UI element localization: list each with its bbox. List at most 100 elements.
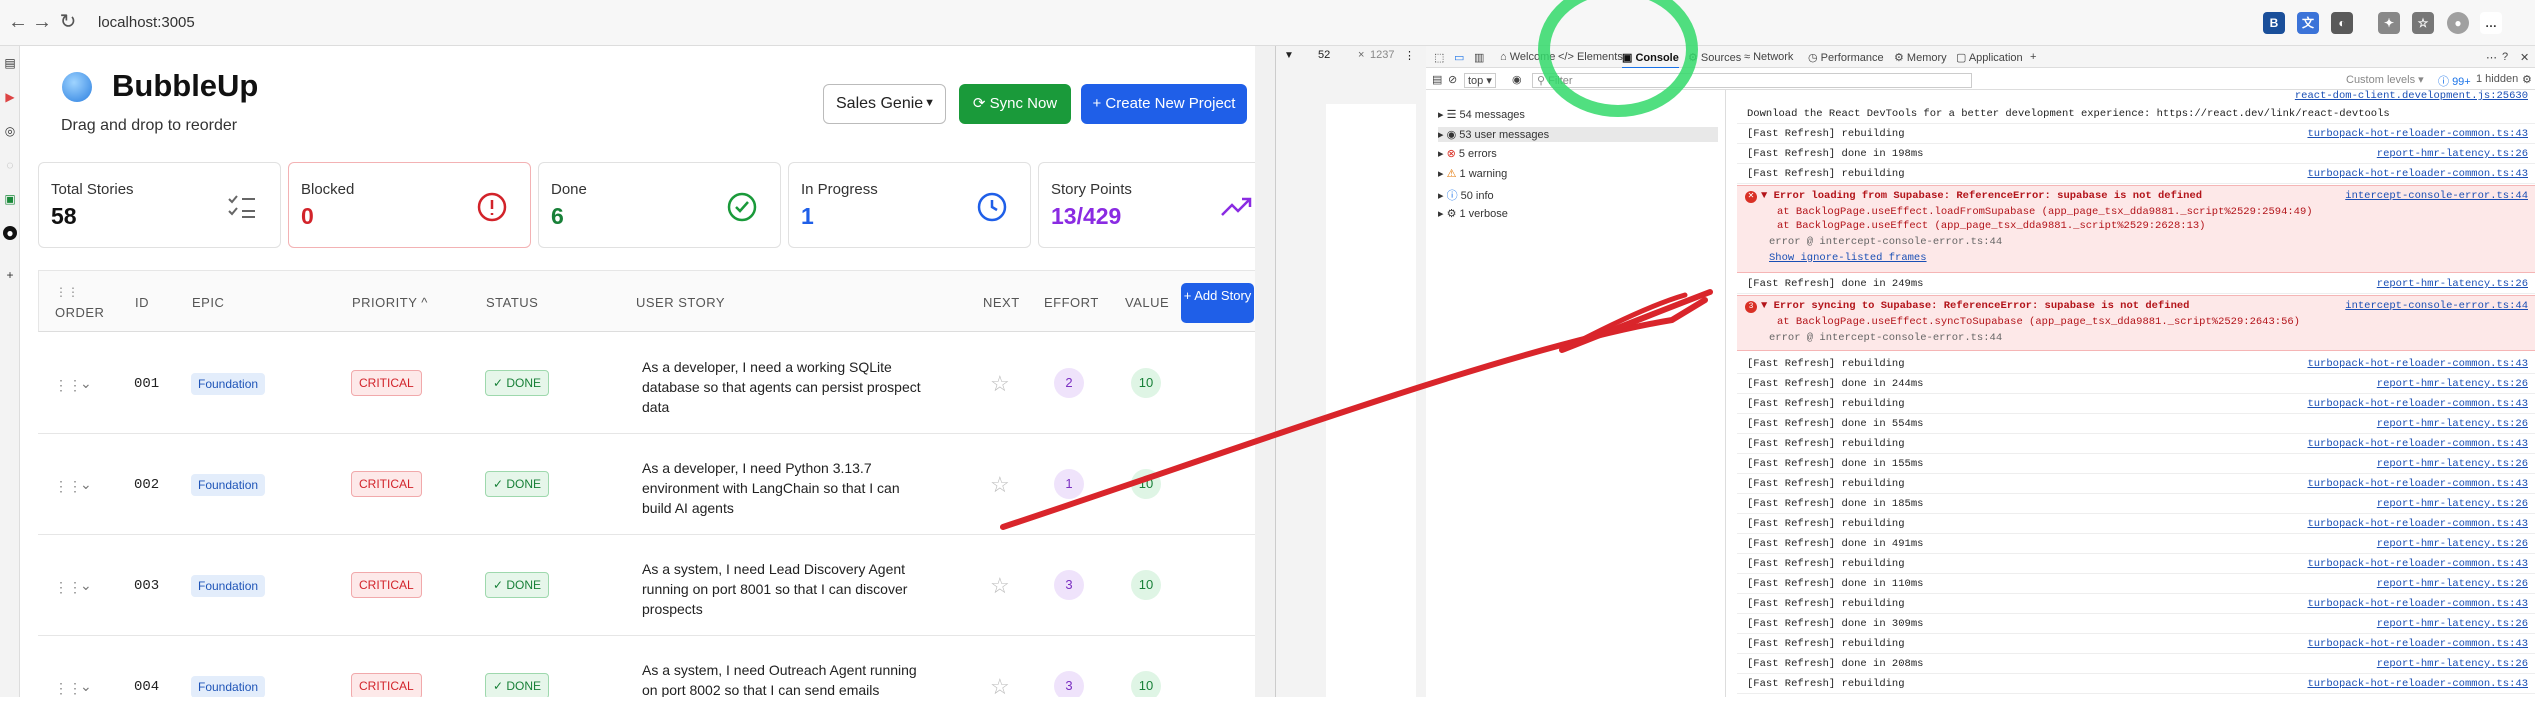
col-effort[interactable]: EFFORT [1044,295,1099,310]
source-link[interactable]: report-hmr-latency.ts:26 [2377,658,2528,670]
source-link[interactable]: intercept-console-error.ts:44 [2345,190,2528,202]
tab-memory[interactable]: ⚙ Memory [1894,51,1947,64]
col-id[interactable]: ID [135,295,149,310]
table-row[interactable]: ⋮⋮ ⌄ 003 Foundation CRITICAL ✓ DONE As a… [38,535,1275,636]
source-link[interactable]: report-hmr-latency.ts:26 [2377,278,2528,290]
source-link[interactable]: turbopack-hot-reloader-common.ts:43 [2307,478,2528,490]
translate-icon[interactable]: 文 [2297,12,2319,34]
source-link[interactable]: report-hmr-latency.ts:26 [2377,578,2528,590]
tab-performance[interactable]: ◷ Performance [1808,51,1884,64]
drag-handle-icon[interactable]: ⋮⋮ [54,680,82,697]
sidebar-item-warnings[interactable]: ▸ ⚠ 1 warning [1438,167,1507,180]
drag-handle-icon[interactable]: ⋮⋮ [54,478,82,495]
source-link[interactable]: turbopack-hot-reloader-common.ts:43 [2307,358,2528,370]
back-icon[interactable]: ← [6,10,30,34]
youtube-icon[interactable]: ▶ [3,90,17,104]
source-link[interactable]: turbopack-hot-reloader-common.ts:43 [2307,518,2528,530]
source-link[interactable]: intercept-console-error.ts:44 [2345,300,2528,312]
app-icon[interactable]: ● [3,226,17,240]
settings-icon[interactable]: ⚙ [2522,73,2532,86]
eye-icon[interactable]: ◉ [1512,73,1522,86]
more-icon[interactable]: ⋮ [1404,49,1415,62]
add-story-button[interactable]: + Add Story [1181,283,1254,323]
reload-icon[interactable]: ↻ [56,10,80,34]
star-icon[interactable]: ☆ [990,371,1010,397]
app-icon[interactable]: ◎ [3,124,17,138]
add-icon[interactable]: + [3,268,17,282]
source-link[interactable]: report-hmr-latency.ts:26 [2377,148,2528,160]
star-icon[interactable]: ☆ [990,674,1010,697]
table-row[interactable]: ⋮⋮ ⌄ 002 Foundation CRITICAL ✓ DONE As a… [38,434,1275,535]
panel-icon[interactable]: ▥ [1474,51,1484,64]
stack-frame[interactable]: error @ intercept-console-error.ts:44 [1769,332,2002,344]
app-icon[interactable]: ▣ [3,192,17,206]
sidebar-item-info[interactable]: ▸ ⓘ 50 info [1438,187,1494,203]
star-icon[interactable]: ☆ [990,573,1010,599]
drag-handle-icon[interactable]: ⋮⋮ [54,579,82,596]
source-link[interactable]: react-dom-client.development.js:25630 [2295,90,2528,102]
puzzle-icon[interactable]: ✦ [2378,12,2400,34]
forward-icon[interactable]: → [30,10,54,34]
tab-network[interactable]: ≈ Network [1744,51,1793,63]
issues-badge[interactable]: ⓘ 99+ [2438,73,2471,89]
context-select[interactable]: top ▾ [1464,73,1496,88]
sidebar-item-messages[interactable]: ▸ ☰ 54 messages [1438,108,1525,121]
avatar[interactable]: ● [2447,12,2469,34]
chevron-down-icon[interactable]: ⌄ [80,375,92,392]
inspect-icon[interactable]: ⬚ [1434,51,1444,64]
sidebar-icon[interactable]: ▤ [3,56,17,70]
close-icon[interactable]: × [1358,49,1364,61]
source-link[interactable]: turbopack-hot-reloader-common.ts:43 [2307,128,2528,140]
dropdown-icon[interactable]: ▼ [1284,50,1294,61]
help-icon[interactable]: ? [2502,51,2508,63]
clear-icon[interactable]: ⊘ [1448,73,1457,86]
source-link[interactable]: report-hmr-latency.ts:26 [2377,418,2528,430]
source-link[interactable]: report-hmr-latency.ts:26 [2377,378,2528,390]
col-priority[interactable]: PRIORITY ^ [352,295,428,310]
extension-b-icon[interactable]: B [2263,12,2285,34]
stack-frame[interactable]: error @ intercept-console-error.ts:44 [1769,236,2002,248]
source-link[interactable]: report-hmr-latency.ts:26 [2377,618,2528,630]
sync-button[interactable]: ⟳ Sync Now [959,84,1071,124]
device-width[interactable]: 52 [1318,49,1330,61]
favorites-icon[interactable]: ☆ [2412,12,2434,34]
stack-frame[interactable]: at BacklogPage.useEffect.syncToSupabase … [1777,316,2300,328]
sidebar-item-errors[interactable]: ▸ ⊗ 5 errors [1438,147,1497,160]
table-row[interactable]: ⋮⋮ ⌄ 001 Foundation CRITICAL ✓ DONE As a… [38,333,1275,434]
col-epic[interactable]: EPIC [192,295,224,310]
page-scrollbar[interactable] [1255,46,1275,697]
address-bar[interactable]: localhost:3005 [98,14,195,31]
source-link[interactable]: turbopack-hot-reloader-common.ts:43 [2307,638,2528,650]
stack-frame[interactable]: at BacklogPage.useEffect (app_page_tsx_d… [1777,220,2205,232]
chevron-down-icon[interactable]: ⌄ [80,577,92,594]
extension-icon[interactable]: ◐ [2331,12,2353,34]
source-link[interactable]: turbopack-hot-reloader-common.ts:43 [2307,168,2528,180]
source-link[interactable]: report-hmr-latency.ts:26 [2377,498,2528,510]
show-frames-link[interactable]: Show ignore-listed frames [1769,252,1927,264]
add-tab-icon[interactable]: + [2030,51,2036,63]
levels-select[interactable]: Custom levels ▾ [2346,73,2424,86]
col-status[interactable]: STATUS [486,295,538,310]
close-icon[interactable]: ✕ [2520,51,2529,64]
chevron-down-icon[interactable]: ⌄ [80,678,92,695]
table-row[interactable]: ⋮⋮ ⌄ 004 Foundation CRITICAL ✓ DONE As a… [38,636,1275,697]
more-icon[interactable]: ⋯ [2486,51,2497,64]
app-icon[interactable]: ◌ [3,158,17,172]
source-link[interactable]: turbopack-hot-reloader-common.ts:43 [2307,598,2528,610]
more-menu-icon[interactable]: … [2480,12,2502,34]
source-link[interactable]: report-hmr-latency.ts:26 [2377,538,2528,550]
source-link[interactable]: turbopack-hot-reloader-common.ts:43 [2307,678,2528,690]
drag-handle-icon[interactable]: ⋮⋮ [54,377,82,394]
project-select[interactable]: Sales Genie ▼ [823,84,946,124]
device-height[interactable]: 1237 [1370,49,1394,61]
stack-frame[interactable]: at BacklogPage.useEffect.loadFromSupabas… [1777,206,2313,218]
device-icon[interactable]: ▭ [1454,51,1464,64]
sidebar-item-verbose[interactable]: ▸ ⚙ 1 verbose [1438,207,1508,220]
create-project-button[interactable]: + Create New Project [1081,84,1247,124]
source-link[interactable]: report-hmr-latency.ts:26 [2377,458,2528,470]
sidebar-toggle-icon[interactable]: ▤ [1432,73,1442,86]
source-link[interactable]: turbopack-hot-reloader-common.ts:43 [2307,438,2528,450]
tab-application[interactable]: ▢ Application [1956,51,2023,64]
col-next[interactable]: NEXT [983,295,1020,310]
col-user-story[interactable]: USER STORY [636,295,725,310]
